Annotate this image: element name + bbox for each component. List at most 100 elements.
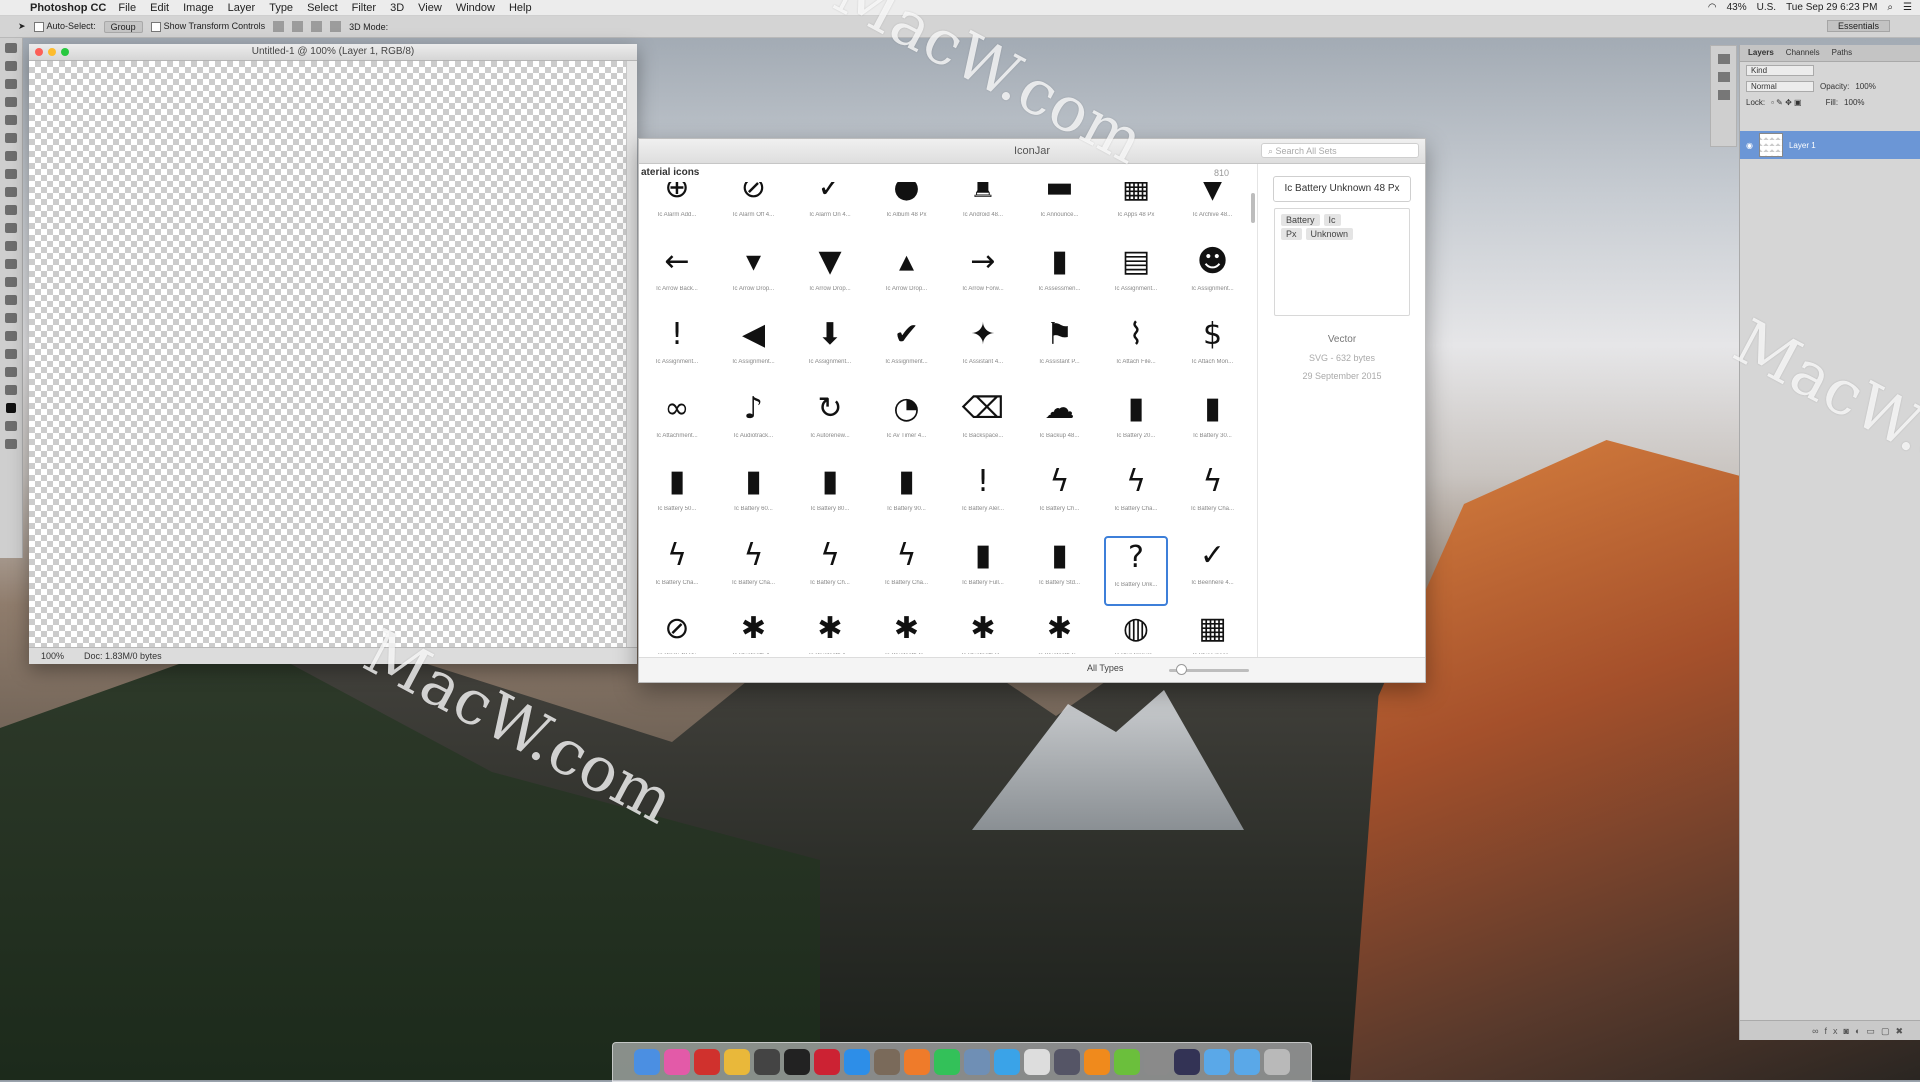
menu-help[interactable]: Help (509, 2, 532, 14)
icon-cell[interactable]: ▮ Ic Battery 20... (1104, 389, 1168, 459)
menu-type[interactable]: Type (269, 2, 293, 14)
hand-tool-icon[interactable] (5, 367, 17, 377)
icon-cell[interactable]: ▴ Ic Arrow Drop... (875, 242, 939, 312)
distribute-icon[interactable] (330, 21, 342, 32)
tag[interactable]: Battery (1281, 214, 1320, 226)
icon-grid-scrollbar[interactable] (1251, 193, 1255, 223)
chrome-icon[interactable] (724, 1049, 750, 1075)
icon-cell[interactable]: ⬇ Ic Assignment... (798, 315, 862, 385)
align-middle-icon[interactable] (292, 21, 304, 32)
tag[interactable]: Px (1281, 228, 1302, 240)
icon-cell[interactable]: ✱ Ic Bluetooth S... (1028, 609, 1092, 654)
layer-filter-kind[interactable]: Kind (1746, 64, 1814, 76)
move-tool-icon[interactable] (5, 43, 17, 53)
app-icon[interactable] (814, 1049, 840, 1075)
slider-knob[interactable] (1176, 664, 1187, 675)
menu-window[interactable]: Window (456, 2, 495, 14)
app-icon[interactable] (1054, 1049, 1080, 1075)
icon-cell[interactable]: ϟ Ic Battery Cha... (875, 536, 939, 606)
align-bottom-icon[interactable] (311, 21, 323, 32)
icon-cell[interactable]: ▮ Ic Battery 80... (798, 462, 862, 532)
icon-cell[interactable]: ϟ Ic Battery Cha... (1181, 462, 1245, 532)
app-icon[interactable] (964, 1049, 990, 1075)
quick-mask-icon[interactable] (5, 421, 17, 431)
icon-cell[interactable]: ⌫ Ic Backspace... (951, 389, 1015, 459)
link-icon[interactable]: ∞ (1812, 1026, 1824, 1036)
notification-icon[interactable]: ☰ (1903, 2, 1912, 13)
zoom-level[interactable]: 100% (41, 648, 64, 664)
icon-cell[interactable]: ▮ Ic Assessmen... (1028, 242, 1092, 312)
screen-mode-icon[interactable] (5, 439, 17, 449)
dodge-tool-icon[interactable] (5, 277, 17, 287)
icon-cell[interactable]: ▬ Ic Announce... (1028, 182, 1092, 238)
menu-file[interactable]: File (118, 2, 136, 14)
icon-cell[interactable]: ϟ Ic Battery Cha... (645, 536, 709, 606)
icon-cell[interactable]: ◔ Ic Av Timer 4... (875, 389, 939, 459)
upwork-icon[interactable] (1114, 1049, 1140, 1075)
auto-select-target[interactable]: Group (103, 20, 143, 33)
path-select-tool-icon[interactable] (5, 331, 17, 341)
icon-cell[interactable]: ● Ic Album 48 Px (875, 182, 939, 238)
mask-icon[interactable]: ◙ (1844, 1026, 1855, 1036)
menu-view[interactable]: View (418, 2, 442, 14)
finder-icon[interactable] (634, 1049, 660, 1075)
tag[interactable]: Ic (1323, 214, 1341, 226)
fill-input[interactable]: 100% (1844, 98, 1864, 107)
transform-controls-checkbox[interactable] (150, 21, 161, 32)
icon-cell[interactable]: ▮ Ic Battery Std... (1028, 536, 1092, 606)
icon-cell[interactable]: → Ic Arrow Forw... (951, 242, 1015, 312)
gradient-tool-icon[interactable] (5, 241, 17, 251)
new-layer-icon[interactable]: ▢ (1881, 1026, 1896, 1036)
menu-layer[interactable]: Layer (228, 2, 256, 14)
iconjar-titlebar[interactable]: IconJar ⌕ Search All Sets (639, 139, 1425, 164)
blend-mode-select[interactable]: Normal (1746, 80, 1814, 92)
icon-cell[interactable]: ✓ Ic Beenhere 4... (1181, 536, 1245, 606)
app-icon[interactable] (1174, 1049, 1200, 1075)
icon-cell[interactable]: ! Ic Battery Aler... (951, 462, 1015, 532)
itunes-icon[interactable] (664, 1049, 690, 1075)
icon-cell[interactable]: ⊘ Ic Alarm Off 4... (722, 182, 786, 238)
icon-cell[interactable]: ! Ic Assignment... (645, 315, 709, 385)
icon-cell[interactable]: ▮ Ic Battery Full... (951, 536, 1015, 606)
menu-filter[interactable]: Filter (352, 2, 376, 14)
doc-size[interactable]: Doc: 1.83M/0 bytes (84, 648, 162, 664)
fx-button[interactable]: fx (1825, 1026, 1844, 1036)
icon-cell[interactable]: ▮ Ic Battery 50... (645, 462, 709, 532)
icon-cell[interactable]: $ Ic Attach Mon... (1181, 315, 1245, 385)
icon-cell[interactable]: ↻ Ic Autorenew... (798, 389, 862, 459)
lasso-tool-icon[interactable] (5, 79, 17, 89)
adjustment-layer-icon[interactable]: ◐ (1855, 1026, 1866, 1036)
opacity-input[interactable]: 100% (1855, 82, 1875, 91)
icon-cell[interactable]: ▼ Ic Archive 48... (1181, 182, 1245, 238)
tab-layers[interactable]: Layers (1748, 45, 1774, 61)
pen-tool-icon[interactable] (5, 295, 17, 305)
acrobat-icon[interactable] (694, 1049, 720, 1075)
battery-level[interactable]: 43% (1727, 2, 1747, 13)
app-icon[interactable] (1024, 1049, 1050, 1075)
history-brush-tool-icon[interactable] (5, 205, 17, 215)
icon-cell[interactable]: ▦ Ic Blur Linear... (1181, 609, 1245, 654)
lock-icons[interactable]: ▫ ✎ ✥ ▣ (1771, 98, 1801, 107)
close-button[interactable] (35, 48, 43, 56)
tags-field[interactable]: Battery Ic Px Unknown (1274, 208, 1410, 316)
icon-cell[interactable]: ✱ Ic Bluetooth D... (951, 609, 1015, 654)
icon-cell[interactable]: ▮ Ic Battery 30... (1181, 389, 1245, 459)
healing-tool-icon[interactable] (5, 151, 17, 161)
document-scrollbar[interactable] (626, 61, 637, 647)
align-top-icon[interactable] (273, 21, 285, 32)
icon-cell[interactable]: ▦ Ic Apps 48 Px (1104, 182, 1168, 238)
icon-cell[interactable]: ▮ Ic Battery 60... (722, 462, 786, 532)
visibility-eye-icon[interactable]: ◉ (1746, 141, 1753, 150)
adjustments-icon[interactable] (1717, 90, 1730, 100)
icon-cell[interactable]: ✱ Ic Bluetooth A... (798, 609, 862, 654)
workspace-switcher[interactable]: Essentials (1826, 20, 1890, 32)
blur-tool-icon[interactable] (5, 259, 17, 269)
downloads-icon[interactable] (1234, 1049, 1260, 1075)
clock[interactable]: Tue Sep 29 6:23 PM (1786, 2, 1877, 13)
eraser-tool-icon[interactable] (5, 223, 17, 233)
icon-cell[interactable]: ← Ic Arrow Back... (645, 242, 709, 312)
vlc-icon[interactable] (1084, 1049, 1110, 1075)
system-preferences-icon[interactable] (1144, 1049, 1170, 1075)
icon-cell[interactable]: ♜ Ic Android 48... (951, 182, 1015, 238)
history-icon[interactable] (1717, 54, 1730, 64)
